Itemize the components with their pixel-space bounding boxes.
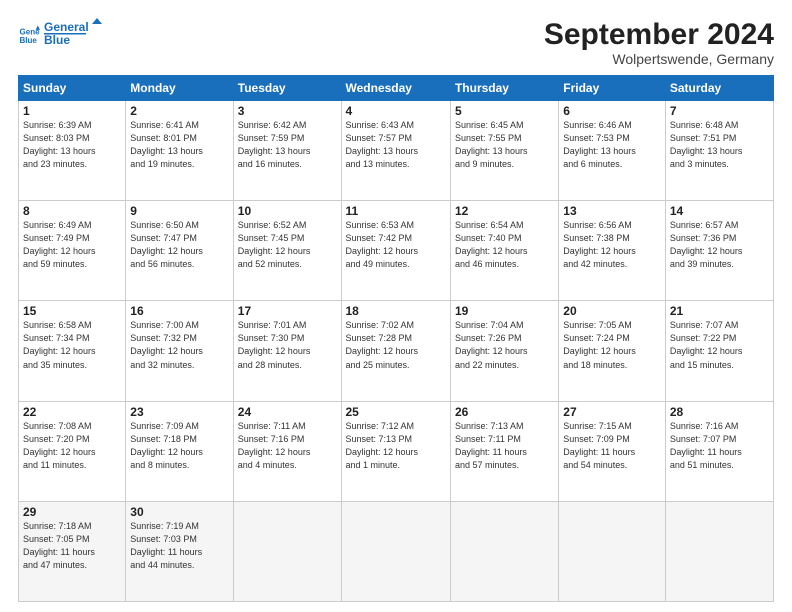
calendar-row-4: 22 Sunrise: 7:08 AMSunset: 7:20 PMDaylig… [19,401,774,501]
day-11: 11 Sunrise: 6:53 AMSunset: 7:42 PMDaylig… [341,201,450,301]
day-19: 19 Sunrise: 7:04 AMSunset: 7:26 PMDaylig… [450,301,558,401]
title-block: September 2024 Wolpertswende, Germany [544,18,774,67]
day-23: 23 Sunrise: 7:09 AMSunset: 7:18 PMDaylig… [126,401,233,501]
day-30: 30 Sunrise: 7:19 AMSunset: 7:03 PMDaylig… [126,501,233,601]
svg-text:Blue: Blue [44,33,70,46]
page: General Blue General Blue September 2024… [0,0,792,612]
calendar-row-5: 29 Sunrise: 7:18 AMSunset: 7:05 PMDaylig… [19,501,774,601]
col-tuesday: Tuesday [233,76,341,101]
day-2: 2 Sunrise: 6:41 AMSunset: 8:01 PMDayligh… [126,101,233,201]
col-monday: Monday [126,76,233,101]
day-12: 12 Sunrise: 6:54 AMSunset: 7:40 PMDaylig… [450,201,558,301]
location-subtitle: Wolpertswende, Germany [544,51,774,67]
svg-text:General: General [44,20,89,34]
logo: General Blue General Blue [18,18,116,51]
calendar-header-row: Sunday Monday Tuesday Wednesday Thursday… [19,76,774,101]
day-26: 26 Sunrise: 7:13 AMSunset: 7:11 PMDaylig… [450,401,558,501]
logo-icon: General Blue [18,24,40,46]
day-20: 20 Sunrise: 7:05 AMSunset: 7:24 PMDaylig… [559,301,666,401]
col-sunday: Sunday [19,76,126,101]
day-4: 4 Sunrise: 6:43 AMSunset: 7:57 PMDayligh… [341,101,450,201]
day-9: 9 Sunrise: 6:50 AMSunset: 7:47 PMDayligh… [126,201,233,301]
col-saturday: Saturday [665,76,773,101]
day-24: 24 Sunrise: 7:11 AMSunset: 7:16 PMDaylig… [233,401,341,501]
header: General Blue General Blue September 2024… [18,18,774,67]
col-thursday: Thursday [450,76,558,101]
empty-2 [341,501,450,601]
day-7: 7 Sunrise: 6:48 AMSunset: 7:51 PMDayligh… [665,101,773,201]
day-15: 15 Sunrise: 6:58 AMSunset: 7:34 PMDaylig… [19,301,126,401]
day-5: 5 Sunrise: 6:45 AMSunset: 7:55 PMDayligh… [450,101,558,201]
day-10: 10 Sunrise: 6:52 AMSunset: 7:45 PMDaylig… [233,201,341,301]
empty-3 [450,501,558,601]
day-1: 1 Sunrise: 6:39 AMSunset: 8:03 PMDayligh… [19,101,126,201]
empty-1 [233,501,341,601]
day-18: 18 Sunrise: 7:02 AMSunset: 7:28 PMDaylig… [341,301,450,401]
day-25: 25 Sunrise: 7:12 AMSunset: 7:13 PMDaylig… [341,401,450,501]
col-wednesday: Wednesday [341,76,450,101]
logo-svg: General Blue [44,18,116,46]
empty-5 [665,501,773,601]
calendar-row-3: 15 Sunrise: 6:58 AMSunset: 7:34 PMDaylig… [19,301,774,401]
day-14: 14 Sunrise: 6:57 AMSunset: 7:36 PMDaylig… [665,201,773,301]
day-6: 6 Sunrise: 6:46 AMSunset: 7:53 PMDayligh… [559,101,666,201]
day-16: 16 Sunrise: 7:00 AMSunset: 7:32 PMDaylig… [126,301,233,401]
day-13: 13 Sunrise: 6:56 AMSunset: 7:38 PMDaylig… [559,201,666,301]
day-29: 29 Sunrise: 7:18 AMSunset: 7:05 PMDaylig… [19,501,126,601]
day-22: 22 Sunrise: 7:08 AMSunset: 7:20 PMDaylig… [19,401,126,501]
day-3: 3 Sunrise: 6:42 AMSunset: 7:59 PMDayligh… [233,101,341,201]
empty-4 [559,501,666,601]
calendar-row-2: 8 Sunrise: 6:49 AMSunset: 7:49 PMDayligh… [19,201,774,301]
calendar-table: Sunday Monday Tuesday Wednesday Thursday… [18,75,774,602]
day-17: 17 Sunrise: 7:01 AMSunset: 7:30 PMDaylig… [233,301,341,401]
day-27: 27 Sunrise: 7:15 AMSunset: 7:09 PMDaylig… [559,401,666,501]
svg-text:Blue: Blue [19,36,37,45]
calendar-row-1: 1 Sunrise: 6:39 AMSunset: 8:03 PMDayligh… [19,101,774,201]
day-28: 28 Sunrise: 7:16 AMSunset: 7:07 PMDaylig… [665,401,773,501]
col-friday: Friday [559,76,666,101]
day-8: 8 Sunrise: 6:49 AMSunset: 7:49 PMDayligh… [19,201,126,301]
month-title: September 2024 [544,18,774,51]
day-21: 21 Sunrise: 7:07 AMSunset: 7:22 PMDaylig… [665,301,773,401]
